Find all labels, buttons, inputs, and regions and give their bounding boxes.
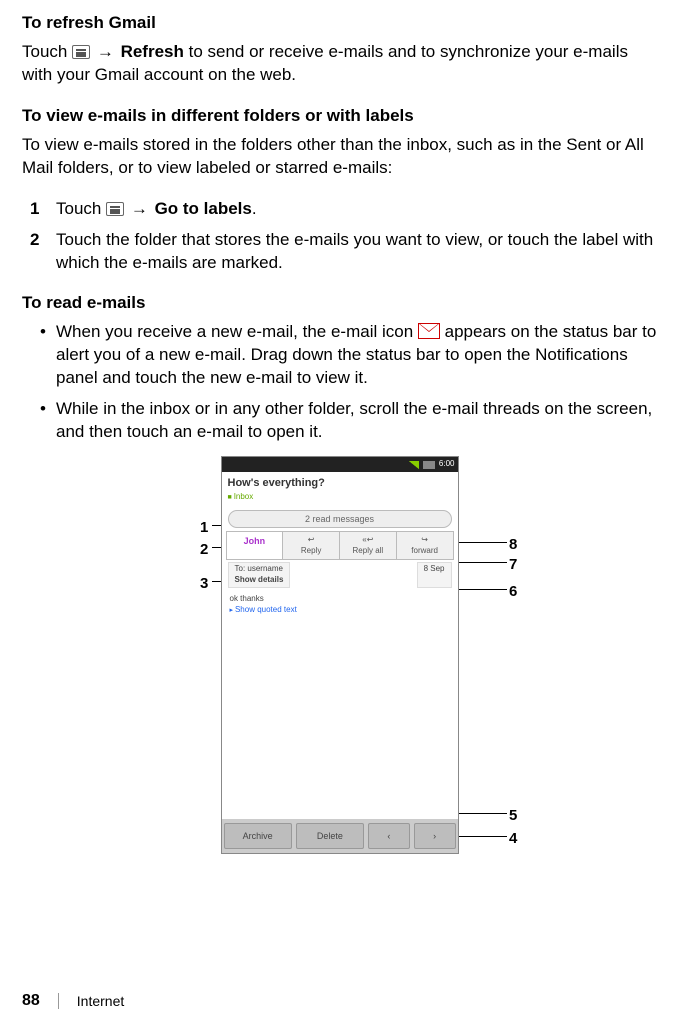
heading-read-emails: To read e-mails <box>22 292 657 315</box>
body-text: ok thanks <box>230 594 450 605</box>
forward-button[interactable]: ↪forward <box>397 532 453 560</box>
reply-all-label: Reply all <box>353 546 384 555</box>
callout-5: 5 <box>509 806 517 826</box>
reply-button[interactable]: ↩Reply <box>283 532 340 560</box>
figure-wrap: 1 2 3 8 7 6 5 4 6:00 How's everything? I… <box>22 456 657 854</box>
callout-2: 2 <box>200 540 208 560</box>
page-number: 88 <box>22 990 40 1012</box>
reply-label: Reply <box>301 546 321 555</box>
callout-8: 8 <box>509 535 517 555</box>
callout-3: 3 <box>200 574 208 594</box>
sender-cell[interactable]: John <box>227 532 284 560</box>
callout-6: 6 <box>509 582 517 602</box>
page-footer: 88 Internet <box>22 990 124 1012</box>
callout-7: 7 <box>509 555 517 575</box>
go-to-labels: Go to labels <box>155 199 252 218</box>
step-1: 1 Touch → Go to labels. <box>22 198 657 221</box>
email-subject: How's everything? <box>222 472 458 492</box>
show-details: Show details <box>235 575 284 584</box>
prev-button[interactable]: ‹ <box>368 823 410 849</box>
bullet-1-pre: When you receive a new e-mail, the e-mai… <box>56 322 418 341</box>
date-box: 8 Sep <box>417 562 452 588</box>
show-quoted-link[interactable]: Show quoted text <box>230 605 450 616</box>
bullet-2: • While in the inbox or in any other fol… <box>22 398 657 444</box>
steps-list: 1 Touch → Go to labels. 2 Touch the fold… <box>22 198 657 275</box>
status-bar: 6:00 <box>222 457 458 472</box>
signal-icon <box>409 461 419 469</box>
reply-all-button[interactable]: «↩Reply all <box>340 532 397 560</box>
bullet-list: • When you receive a new e-mail, the e-m… <box>22 321 657 444</box>
archive-button[interactable]: Archive <box>224 823 292 849</box>
read-messages-bar[interactable]: 2 read messages <box>228 510 452 528</box>
battery-icon <box>423 461 435 469</box>
refresh-word: Refresh <box>121 42 184 61</box>
menu-icon <box>72 45 90 59</box>
to-line: To: username <box>235 564 283 573</box>
callout-4: 4 <box>509 829 517 849</box>
step-2: 2 Touch the folder that stores the e-mai… <box>22 229 657 275</box>
inbox-label: Inbox <box>222 492 458 507</box>
step-1-post: . <box>252 199 257 218</box>
arrow-icon: → <box>97 42 114 61</box>
chapter-name: Internet <box>77 992 124 1011</box>
step-1-body: Touch → Go to labels. <box>56 198 257 221</box>
menu-icon <box>106 202 124 216</box>
text-touch-pre: Touch <box>22 42 72 61</box>
step-number: 2 <box>22 229 56 275</box>
heading-view-folders: To view e-mails in different folders or … <box>22 105 657 128</box>
heading-refresh-gmail: To refresh Gmail <box>22 12 657 35</box>
to-row: To: username Show details 8 Sep <box>228 562 452 588</box>
footer-divider <box>58 993 59 1009</box>
step-1-pre: Touch <box>56 199 106 218</box>
callout-1: 1 <box>200 518 208 538</box>
bullet-1: • When you receive a new e-mail, the e-m… <box>22 321 657 390</box>
mail-icon <box>418 323 440 339</box>
status-time: 6:00 <box>439 459 455 470</box>
para-view-folders: To view e-mails stored in the folders ot… <box>22 134 657 180</box>
arrow-icon: → <box>131 199 148 218</box>
to-details[interactable]: To: username Show details <box>228 562 291 588</box>
bullet-2-body: While in the inbox or in any other folde… <box>56 398 657 444</box>
bullet-1-body: When you receive a new e-mail, the e-mai… <box>56 321 657 390</box>
step-number: 1 <box>22 198 56 221</box>
para-refresh: Touch → Refresh to send or receive e-mai… <box>22 41 657 87</box>
lead-line <box>454 542 507 543</box>
bottom-bar: Archive Delete ‹ › <box>222 819 458 853</box>
action-row: John ↩Reply «↩Reply all ↪forward <box>226 531 454 561</box>
step-2-body: Touch the folder that stores the e-mails… <box>56 229 657 275</box>
bullet-dot: • <box>22 398 56 444</box>
email-body: ok thanks Show quoted text <box>222 588 458 622</box>
phone-screenshot: 6:00 How's everything? Inbox 2 read mess… <box>221 456 459 854</box>
bullet-dot: • <box>22 321 56 390</box>
delete-button[interactable]: Delete <box>296 823 364 849</box>
next-button[interactable]: › <box>414 823 456 849</box>
forward-label: forward <box>411 546 438 555</box>
sender-name: John <box>244 536 266 546</box>
